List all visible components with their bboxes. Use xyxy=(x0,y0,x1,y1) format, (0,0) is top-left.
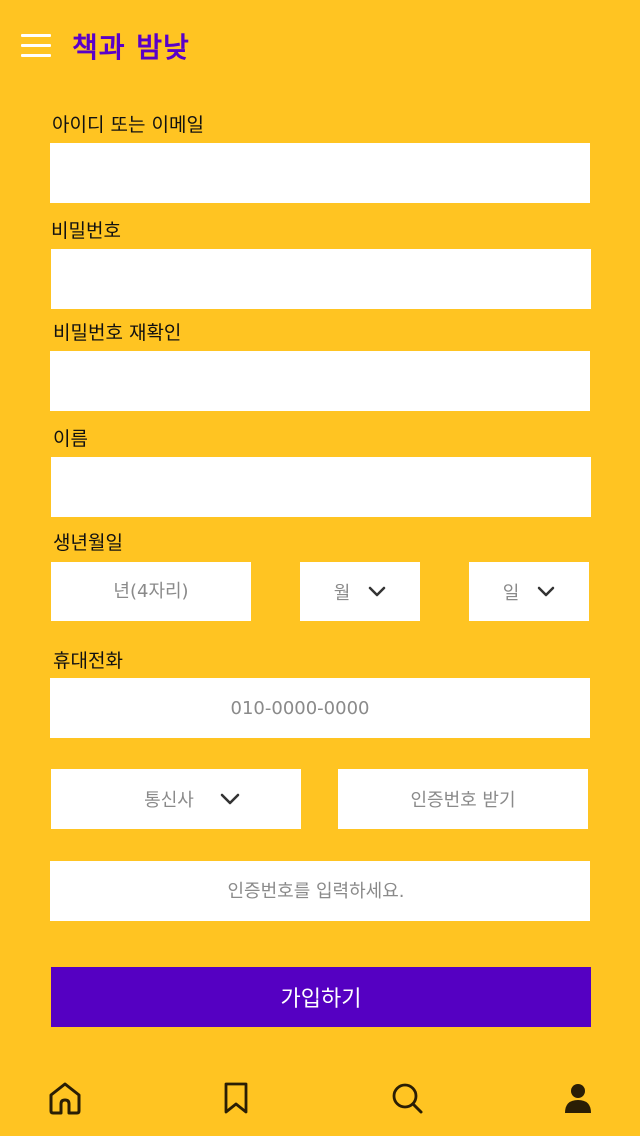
chevron-down-icon xyxy=(537,586,555,598)
bookmark-icon[interactable] xyxy=(216,1078,256,1118)
home-icon[interactable] xyxy=(45,1078,85,1118)
phone-input[interactable] xyxy=(50,678,590,738)
password-label: 비밀번호 xyxy=(51,220,121,242)
carrier-select[interactable]: 통신사 xyxy=(51,769,301,829)
password-confirm-field-box xyxy=(50,351,590,411)
birth-month-select[interactable]: 월 xyxy=(300,562,420,621)
user-icon[interactable] xyxy=(558,1078,598,1118)
app-title: 책과 밤낮 xyxy=(72,31,190,64)
chevron-down-icon xyxy=(220,793,240,806)
password-input[interactable] xyxy=(51,249,591,309)
hamburger-menu-icon[interactable] xyxy=(21,34,51,58)
password-field-box xyxy=(51,249,591,309)
search-icon[interactable] xyxy=(387,1078,427,1118)
id-field-box xyxy=(50,143,590,203)
password-confirm-input[interactable] xyxy=(50,351,590,411)
get-code-label: 인증번호 받기 xyxy=(410,790,516,811)
birth-year-input[interactable] xyxy=(51,562,251,621)
birth-day-label: 일 xyxy=(502,582,520,604)
chevron-down-icon xyxy=(368,586,386,598)
app-header: 책과 밤낮 xyxy=(0,0,640,92)
name-field-box xyxy=(51,457,591,517)
code-field-box xyxy=(50,861,590,921)
birth-label: 생년월일 xyxy=(53,532,123,554)
name-input[interactable] xyxy=(51,457,591,517)
password-confirm-label: 비밀번호 재확인 xyxy=(53,322,182,344)
get-code-button[interactable]: 인증번호 받기 xyxy=(338,769,588,829)
phone-label: 휴대전화 xyxy=(53,650,123,672)
name-label: 이름 xyxy=(53,428,88,450)
phone-field-box xyxy=(50,678,590,738)
carrier-label: 통신사 xyxy=(144,790,194,811)
signup-button[interactable]: 가입하기 xyxy=(51,967,591,1027)
birth-day-select[interactable]: 일 xyxy=(469,562,589,621)
signup-button-label: 가입하기 xyxy=(280,987,362,1012)
id-label: 아이디 또는 이메일 xyxy=(52,114,204,136)
birth-year-field-box xyxy=(51,562,251,621)
code-input[interactable] xyxy=(50,861,590,921)
birth-month-label: 월 xyxy=(333,582,351,604)
bottom-tab-bar xyxy=(0,1070,640,1136)
id-input[interactable] xyxy=(50,143,590,203)
